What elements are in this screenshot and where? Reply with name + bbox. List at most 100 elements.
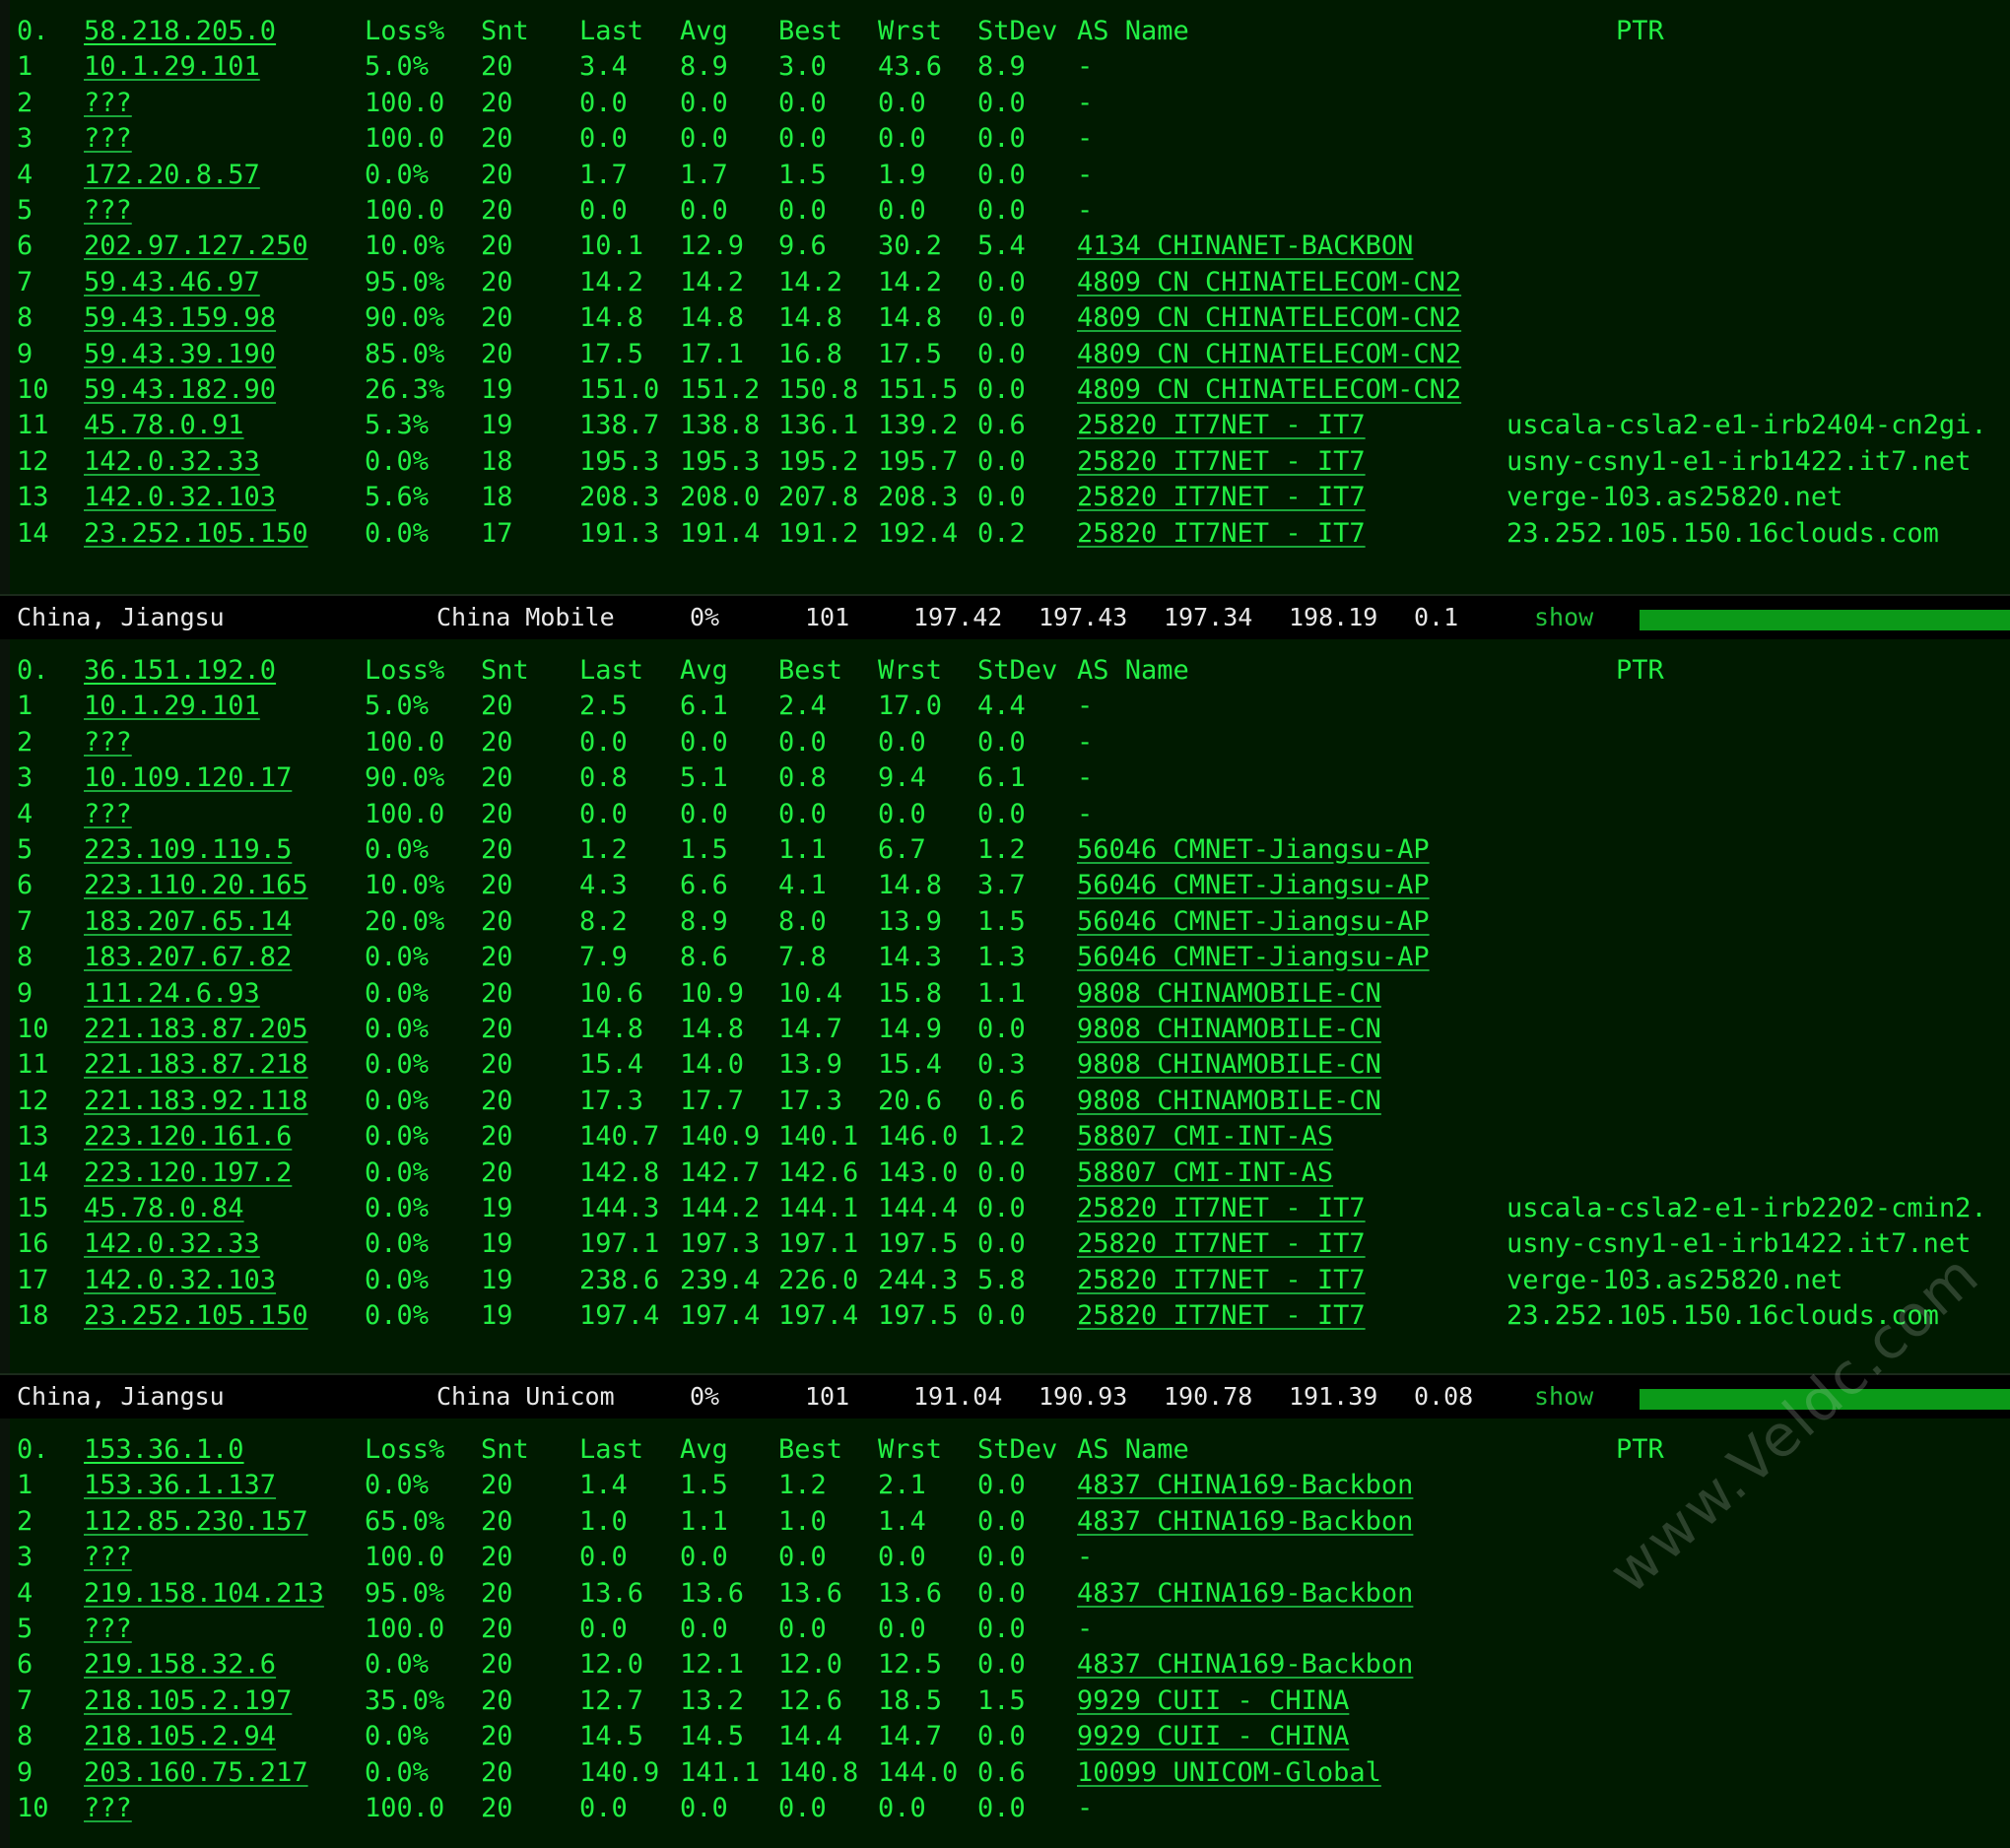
hop-host-link[interactable]: 218.105.2.197 — [84, 1683, 292, 1719]
hop-last: 14.8 — [579, 302, 644, 334]
hop-host-link[interactable]: 142.0.32.33 — [84, 444, 260, 480]
hop-host-link[interactable]: 10.1.29.101 — [84, 49, 260, 85]
hop-as-link[interactable]: 4809 CN CHINATELECOM-CN2 — [1077, 265, 1461, 300]
show-link[interactable]: show — [1534, 1375, 1593, 1419]
hop-as-link[interactable]: 56046 CMNET-Jiangsu-AP — [1077, 868, 1430, 903]
hop-host-link[interactable]: 223.120.197.2 — [84, 1155, 292, 1191]
hop-host-link[interactable]: 183.207.67.82 — [84, 940, 292, 975]
hop-host-link[interactable]: ??? — [84, 1540, 132, 1575]
hop-as-link[interactable]: 4134 CHINANET-BACKBON — [1077, 229, 1413, 264]
hop-host-link[interactable]: 59.43.182.90 — [84, 372, 276, 408]
hop-host-link[interactable]: ??? — [84, 193, 132, 229]
hop-as-link[interactable]: 9808 CHINAMOBILE-CN — [1077, 1012, 1381, 1047]
hop-as-link[interactable]: 4809 CN CHINATELECOM-CN2 — [1077, 372, 1461, 408]
hop-host-link[interactable]: 221.183.92.118 — [84, 1084, 308, 1119]
hop-as-link[interactable]: 25820 IT7NET - IT7 — [1077, 1263, 1366, 1298]
hop-as-link[interactable]: 56046 CMNET-Jiangsu-AP — [1077, 832, 1430, 868]
hop-index: 10 — [17, 1014, 49, 1044]
hop-wrst: 195.7 — [878, 445, 959, 477]
hop-wrst: 139.2 — [878, 410, 959, 441]
hop-host-link[interactable]: 23.252.105.150 — [84, 516, 308, 552]
hop-host-link[interactable]: 223.110.20.165 — [84, 868, 308, 903]
hop-host-link[interactable]: 153.36.1.137 — [84, 1468, 276, 1503]
hop-host-link[interactable]: 45.78.0.84 — [84, 1191, 244, 1226]
column-header-as: AS Name — [1077, 655, 1189, 686]
hop-as-link[interactable]: 58807 CMI-INT-AS — [1077, 1155, 1333, 1191]
hop-host-link[interactable]: 45.78.0.91 — [84, 408, 244, 443]
target-host-link[interactable]: 153.36.1.0 — [84, 1432, 244, 1468]
hop-host-link[interactable]: 59.43.39.190 — [84, 337, 276, 372]
hop-as-link[interactable]: 9929 CUII - CHINA — [1077, 1719, 1349, 1754]
hop-as-link[interactable]: 4809 CN CHINATELECOM-CN2 — [1077, 337, 1461, 372]
show-link[interactable]: show — [1534, 596, 1593, 639]
hop-index: 3 — [17, 762, 34, 794]
hop-host-link[interactable]: 111.24.6.93 — [84, 976, 260, 1012]
hop-stdev: 0.0 — [977, 1542, 1026, 1573]
hop-as-link[interactable]: 9808 CHINAMOBILE-CN — [1077, 976, 1381, 1012]
hop-as-link[interactable]: 4809 CN CHINATELECOM-CN2 — [1077, 300, 1461, 336]
hop-as-link[interactable]: 9808 CHINAMOBILE-CN — [1077, 1047, 1381, 1083]
column-header-best: Best — [778, 1434, 843, 1465]
hop-as-link[interactable]: 25820 IT7NET - IT7 — [1077, 444, 1366, 480]
hop-loss: 90.0% — [365, 302, 445, 334]
hop-host-link[interactable]: 223.120.161.6 — [84, 1119, 292, 1155]
hop-host-link[interactable]: 219.158.32.6 — [84, 1647, 276, 1683]
summary-last: 197.42 — [913, 603, 1003, 631]
hop-index: 5 — [17, 195, 34, 226]
hop-host-link[interactable]: ??? — [84, 121, 132, 157]
hop-as-link[interactable]: 4837 CHINA169-Backbon — [1077, 1468, 1413, 1503]
target-host-link[interactable]: 36.151.192.0 — [84, 653, 276, 689]
hop-host-link[interactable]: 203.160.75.217 — [84, 1755, 308, 1791]
hop-as-link[interactable]: 25820 IT7NET - IT7 — [1077, 1298, 1366, 1334]
hop-host-link[interactable]: ??? — [84, 797, 132, 832]
hop-as-link[interactable]: 25820 IT7NET - IT7 — [1077, 480, 1366, 515]
hop-host-link[interactable]: 172.20.8.57 — [84, 158, 260, 193]
hop-host-link[interactable]: ??? — [84, 1791, 132, 1826]
summary-last: 191.04 — [913, 1382, 1003, 1411]
hop-host-link[interactable]: 59.43.159.98 — [84, 300, 276, 336]
hop-as-link[interactable]: 9929 CUII - CHINA — [1077, 1683, 1349, 1719]
hop-host-link[interactable]: 183.207.65.14 — [84, 904, 292, 940]
hop-as-link[interactable]: 4837 CHINA169-Backbon — [1077, 1504, 1413, 1540]
hop-last: 197.4 — [579, 1300, 660, 1332]
hop-host-link[interactable]: 142.0.32.103 — [84, 1263, 276, 1298]
hop-last: 2.5 — [579, 691, 628, 722]
hop-host-link[interactable]: 223.109.119.5 — [84, 832, 292, 868]
hop-row: 5 223.109.119.5 0.0% 20 1.2 1.5 1.1 6.7 1.2 56046… — [10, 832, 2010, 868]
hop-as-link[interactable]: 4837 CHINA169-Backbon — [1077, 1576, 1413, 1612]
hop-host-link[interactable]: 112.85.230.157 — [84, 1504, 308, 1540]
hop-loss: 90.0% — [365, 762, 445, 794]
hop-host-link[interactable]: 142.0.32.33 — [84, 1226, 260, 1262]
hop-host-link[interactable]: 221.183.87.218 — [84, 1047, 308, 1083]
hop-index: 0. — [17, 1434, 49, 1465]
hop-wrst: 146.0 — [878, 1121, 959, 1153]
hop-row: 7 218.105.2.197 35.0% 20 12.7 13.2 12.6 18.5 1.5… — [10, 1683, 2010, 1719]
hop-as-link[interactable]: 56046 CMNET-Jiangsu-AP — [1077, 940, 1430, 975]
hop-host-link[interactable]: ??? — [84, 86, 132, 121]
hop-as-link[interactable]: 25820 IT7NET - IT7 — [1077, 1226, 1366, 1262]
hop-host-link[interactable]: 59.43.46.97 — [84, 265, 260, 300]
hop-stdev: 1.2 — [977, 834, 1026, 865]
hop-as-link[interactable]: 25820 IT7NET - IT7 — [1077, 1191, 1366, 1226]
hop-index: 10 — [17, 374, 49, 405]
hop-best: 136.1 — [778, 410, 859, 441]
hop-host-link[interactable]: 202.97.127.250 — [84, 229, 308, 264]
hop-as-link[interactable]: 25820 IT7NET - IT7 — [1077, 516, 1366, 552]
hop-host-link[interactable]: 23.252.105.150 — [84, 1298, 308, 1334]
hop-as-link[interactable]: 9808 CHINAMOBILE-CN — [1077, 1084, 1381, 1119]
hop-row: 13 142.0.32.103 5.6% 18 208.3 208.0 207.8 208.3… — [10, 480, 2010, 515]
hop-host-link[interactable]: 142.0.32.103 — [84, 480, 276, 515]
hop-host-link[interactable]: 10.1.29.101 — [84, 689, 260, 724]
target-host-link[interactable]: 58.218.205.0 — [84, 14, 276, 49]
hop-host-link[interactable]: ??? — [84, 1612, 132, 1647]
hop-host-link[interactable]: ??? — [84, 725, 132, 760]
hop-as-link[interactable]: 58807 CMI-INT-AS — [1077, 1119, 1333, 1155]
hop-host-link[interactable]: 218.105.2.94 — [84, 1719, 276, 1754]
hop-as-link[interactable]: 10099 UNICOM-Global — [1077, 1755, 1381, 1791]
hop-as-link[interactable]: 25820 IT7NET - IT7 — [1077, 408, 1366, 443]
hop-host-link[interactable]: 10.109.120.17 — [84, 760, 292, 796]
hop-as-link[interactable]: 4837 CHINA169-Backbon — [1077, 1647, 1413, 1683]
hop-as-link[interactable]: 56046 CMNET-Jiangsu-AP — [1077, 904, 1430, 940]
hop-host-link[interactable]: 219.158.104.213 — [84, 1576, 324, 1612]
hop-host-link[interactable]: 221.183.87.205 — [84, 1012, 308, 1047]
